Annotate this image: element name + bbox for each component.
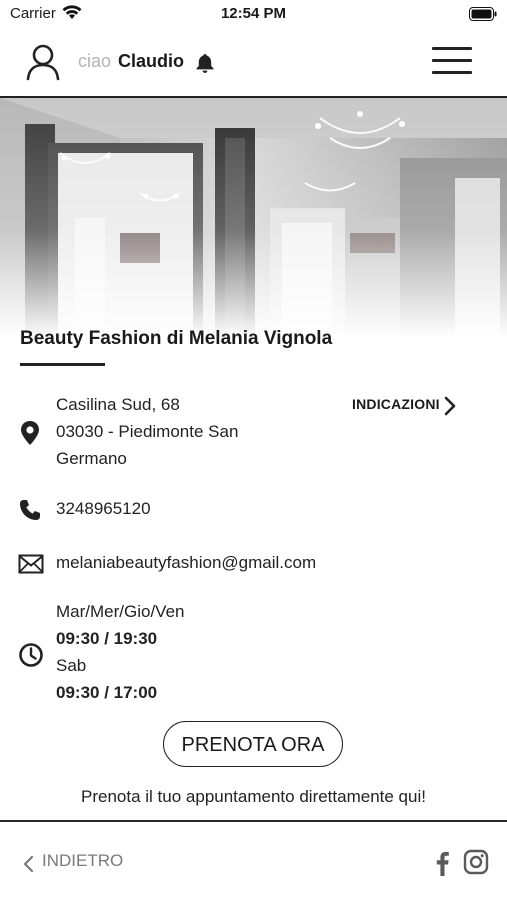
back-button[interactable]: INDIETRO: [42, 851, 123, 871]
battery-icon: [469, 7, 497, 25]
book-now-button[interactable]: PRENOTA ORA: [163, 721, 343, 767]
hamburger-menu-icon[interactable]: [432, 47, 472, 77]
user-icon[interactable]: [25, 43, 61, 86]
booking-caption: Prenota il tuo appuntamento direttamente…: [81, 787, 426, 806]
salon-name: Beauty Fashion di Melania Vignola: [20, 328, 333, 349]
address-line-1: Casilina Sud, 68: [56, 395, 180, 414]
clock-time: 12:54 PM: [220, 5, 287, 22]
hours-days-saturday: Sab: [56, 656, 87, 675]
address-line-2: 03030 - Piedimonte San: [56, 422, 239, 441]
user-greeting: ciao Claudio: [78, 51, 184, 72]
phone-number[interactable]: 3248965120: [56, 495, 151, 522]
title-underline: [20, 363, 105, 366]
hours-time-saturday: 09:30 / 17:00: [56, 683, 158, 702]
clock-icon: [18, 642, 44, 673]
chevron-left-icon[interactable]: [22, 855, 34, 878]
top-nav: ciao Claudio: [0, 28, 507, 96]
instagram-icon[interactable]: [463, 849, 489, 880]
phone-icon: [18, 498, 42, 527]
facebook-icon[interactable]: [434, 850, 450, 881]
user-name: Claudio: [118, 51, 185, 71]
chevron-right-icon[interactable]: [443, 396, 457, 421]
location-pin-icon: [18, 420, 42, 451]
greeting-prefix: ciao: [78, 51, 112, 71]
mail-icon: [18, 553, 44, 580]
status-bar: Carrier 12:54 PM: [0, 0, 507, 28]
footer-bar: INDIETRO: [0, 820, 507, 900]
bell-icon[interactable]: [194, 52, 216, 79]
email-address[interactable]: melaniabeautyfashion@gmail.com: [56, 549, 316, 576]
salon-hero-image: [0, 98, 507, 338]
hours-time-weekdays: 09:30 / 19:30: [56, 629, 158, 648]
address-line-3: Germano: [56, 449, 127, 468]
directions-link[interactable]: INDICAZIONI: [352, 396, 440, 412]
hours-days-weekdays: Mar/Mer/Gio/Ven: [56, 602, 185, 621]
